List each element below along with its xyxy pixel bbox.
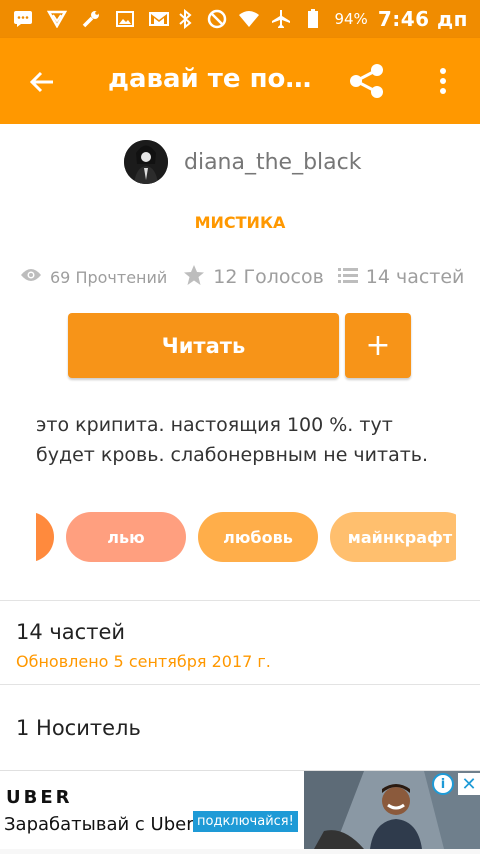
back-arrow-icon[interactable] bbox=[20, 60, 64, 104]
add-to-library-button[interactable]: + bbox=[345, 313, 411, 378]
airplane-icon bbox=[270, 10, 292, 28]
share-icon[interactable] bbox=[342, 58, 392, 104]
ad-cta-button[interactable]: подключайся! bbox=[193, 811, 298, 832]
story-title: давай те пос... bbox=[108, 64, 318, 94]
reads-stat: 69 Прочтений bbox=[20, 267, 167, 287]
app-bar: давай те пос... bbox=[0, 38, 480, 124]
message-icon bbox=[12, 10, 34, 28]
author-row[interactable]: diana_the_black bbox=[124, 140, 361, 184]
gmail-icon bbox=[148, 10, 170, 28]
votes-count: 12 Голосов bbox=[213, 266, 324, 288]
story-details: diana_the_black МИСТИКА 69 Прочтений 12 … bbox=[0, 124, 480, 770]
reads-count: 69 Прочтений bbox=[50, 267, 168, 287]
parts-heading[interactable]: 14 частей bbox=[16, 620, 125, 644]
vpn-icon bbox=[46, 10, 68, 28]
story-stats: 69 Прочтений 12 Голосов 14 частей bbox=[20, 262, 464, 292]
divider bbox=[0, 600, 480, 601]
ad-text: Зарабатывай с Uber! bbox=[4, 814, 201, 835]
list-icon bbox=[337, 267, 358, 287]
eye-icon bbox=[20, 267, 42, 287]
ad-banner[interactable]: UBER Зарабатывай с Uber! подключайся! i … bbox=[0, 770, 480, 849]
tag-chip[interactable]: любовь bbox=[198, 512, 318, 562]
close-icon[interactable]: ✕ bbox=[458, 773, 480, 795]
wrench-icon bbox=[80, 10, 102, 28]
ad-info-icon[interactable]: i bbox=[432, 773, 454, 795]
divider bbox=[0, 684, 480, 685]
more-vert-icon[interactable] bbox=[428, 58, 458, 104]
status-bar: 94% 7:46 дп bbox=[0, 0, 480, 38]
votes-stat: 12 Голосов bbox=[183, 264, 324, 290]
no-sim-icon bbox=[206, 9, 228, 29]
image-icon bbox=[114, 10, 136, 28]
author-name[interactable]: diana_the_black bbox=[184, 150, 361, 175]
story-description: это крипита. настоящия 100 %. тут будет … bbox=[36, 414, 429, 466]
tag-chip[interactable] bbox=[36, 512, 54, 562]
tag-list[interactable]: лью любовь майнкрафт bbox=[36, 512, 456, 566]
battery-icon bbox=[302, 9, 324, 28]
ad-brand: UBER bbox=[6, 787, 73, 808]
battery-percent: 94% bbox=[334, 10, 368, 28]
clock: 7:46 дп bbox=[377, 7, 468, 31]
updated-date: Обновлено 5 сентября 2017 г. bbox=[16, 652, 271, 671]
parts-stat: 14 частей bbox=[337, 266, 465, 288]
parts-count-stat: 14 частей bbox=[365, 266, 465, 288]
star-icon bbox=[183, 264, 205, 290]
carrier-heading[interactable]: 1 Носитель bbox=[16, 716, 141, 740]
bluetooth-icon bbox=[174, 9, 196, 29]
genre-label[interactable]: МИСТИКА bbox=[0, 213, 480, 232]
avatar[interactable] bbox=[124, 140, 168, 184]
wifi-icon bbox=[238, 10, 260, 28]
tag-chip[interactable]: лью bbox=[66, 512, 186, 562]
tag-chip[interactable]: майнкрафт bbox=[330, 512, 456, 562]
read-button[interactable]: Читать bbox=[68, 313, 339, 378]
